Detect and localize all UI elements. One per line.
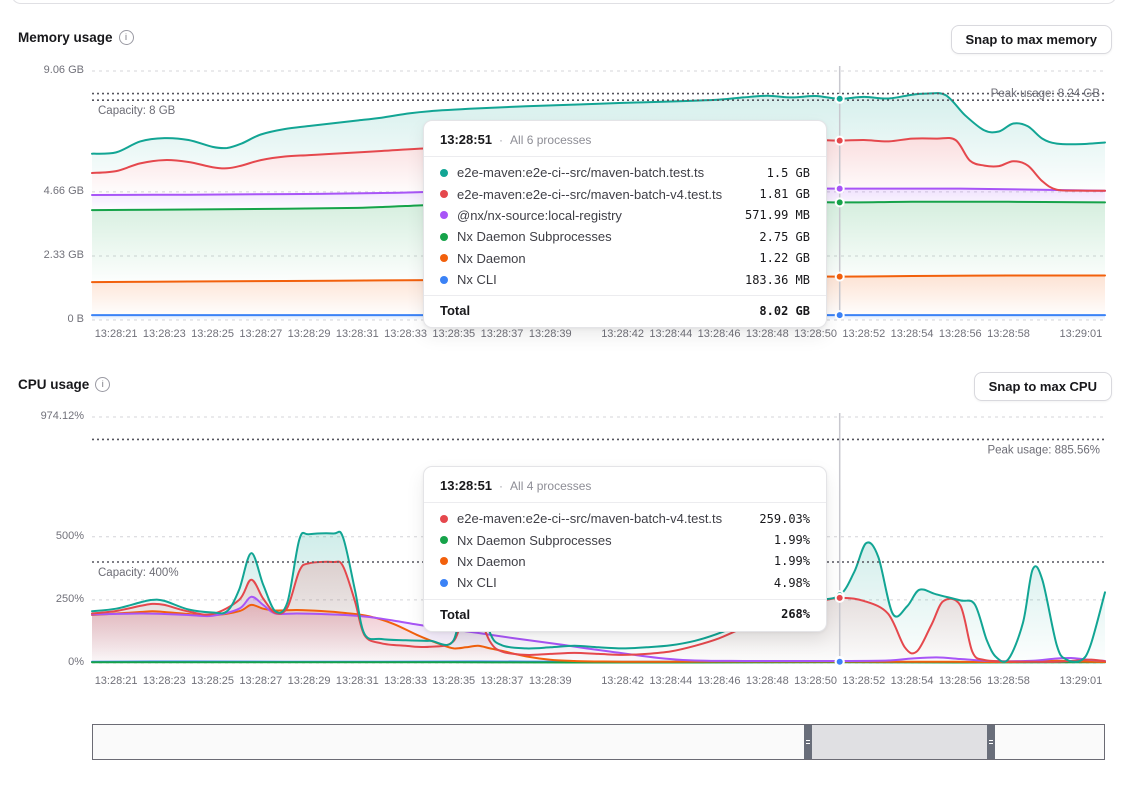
tooltip-total-value: 268%	[781, 607, 810, 621]
process-label: Nx CLI	[457, 272, 745, 287]
y-axis-label: 0%	[0, 656, 84, 668]
process-label: e2e-maven:e2e-ci--src/maven-batch-v4.tes…	[457, 511, 759, 526]
tooltip-rows: e2e-maven:e2e-ci--src/maven-batch.test.t…	[424, 157, 826, 295]
process-label: @nx/nx-source:local-registry	[457, 208, 745, 223]
tooltip-process-row: Nx CLI4.98%	[424, 572, 826, 593]
info-icon[interactable]: i	[95, 377, 110, 392]
process-value: 183.36 MB	[745, 273, 810, 287]
y-axis-label: 250%	[0, 593, 84, 605]
x-axis-label: 13:29:01	[1046, 328, 1116, 340]
tooltip-process-row: Nx Daemon Subprocesses2.75 GB	[424, 226, 826, 247]
process-color-dot	[440, 276, 448, 284]
x-axis-label: 13:28:58	[974, 328, 1044, 340]
tooltip-process-row: e2e-maven:e2e-ci--src/maven-batch.test.t…	[424, 162, 826, 183]
x-axis-label: 13:28:58	[974, 675, 1044, 687]
process-value: 571.99 MB	[745, 208, 810, 222]
tooltip-subtitle: All 4 processes	[510, 479, 591, 493]
process-color-dot	[440, 169, 448, 177]
process-label: Nx Daemon Subprocesses	[457, 229, 759, 244]
tooltip-process-row: Nx Daemon1.99%	[424, 551, 826, 572]
crosshair-dot-blue	[836, 658, 844, 666]
y-axis-label: 2.33 GB	[0, 249, 84, 261]
process-color-dot	[440, 254, 448, 262]
process-value: 1.99%	[774, 554, 810, 568]
process-value: 259.03%	[759, 512, 810, 526]
process-color-dot	[440, 515, 448, 523]
process-usage-page: Memory usage i Snap to max memory Capaci…	[0, 0, 1129, 787]
crosshair-dot-teal	[836, 95, 844, 103]
process-color-dot	[440, 233, 448, 241]
process-label: Nx Daemon	[457, 554, 774, 569]
crosshair-dot-red	[836, 594, 844, 602]
crosshair-dot-blue	[836, 311, 844, 319]
tooltip-time: 13:28:51	[440, 132, 492, 147]
tooltip-separator: ·	[499, 479, 503, 493]
tooltip-process-row: @nx/nx-source:local-registry571.99 MB	[424, 205, 826, 226]
tooltip-time: 13:28:51	[440, 478, 492, 493]
tooltip-rows: e2e-maven:e2e-ci--src/maven-batch-v4.tes…	[424, 503, 826, 599]
tooltip-process-row: Nx Daemon Subprocesses1.99%	[424, 529, 826, 550]
process-value: 2.75 GB	[759, 230, 810, 244]
process-label: e2e-maven:e2e-ci--src/maven-batch-v4.tes…	[457, 187, 759, 202]
process-value: 1.22 GB	[759, 251, 810, 265]
tooltip-total-label: Total	[440, 607, 470, 622]
y-axis-label: 500%	[0, 530, 84, 542]
snap-to-max-cpu-button[interactable]: Snap to max CPU	[974, 372, 1112, 401]
brush-left-handle[interactable]	[804, 725, 812, 759]
tooltip-total-value: 8.02 GB	[759, 304, 810, 318]
crosshair-dot-orange	[836, 273, 844, 281]
y-axis-label: 974.12%	[0, 410, 84, 422]
y-axis-label: 9.06 GB	[0, 64, 84, 76]
capacity-label: Capacity: 400%	[98, 567, 179, 579]
process-value: 1.5 GB	[767, 166, 810, 180]
process-label: Nx Daemon	[457, 251, 759, 266]
top-section-divider	[11, 0, 1117, 4]
process-label: Nx CLI	[457, 575, 774, 590]
process-color-dot	[440, 190, 448, 198]
info-icon[interactable]: i	[119, 30, 134, 45]
tooltip-separator: ·	[499, 133, 503, 147]
crosshair-dot-green	[836, 198, 844, 206]
tooltip-total-row: Total 268%	[424, 599, 826, 631]
process-value: 1.99%	[774, 533, 810, 547]
cpu-section-title: CPU usage i	[18, 377, 110, 392]
snap-to-max-memory-button[interactable]: Snap to max memory	[951, 25, 1113, 54]
tooltip-process-row: e2e-maven:e2e-ci--src/maven-batch-v4.tes…	[424, 508, 826, 529]
x-axis-label: 13:29:01	[1046, 675, 1116, 687]
timeline-brush-selection[interactable]	[812, 725, 987, 759]
memory-title-text: Memory usage	[18, 30, 113, 45]
cpu-title-text: CPU usage	[18, 377, 89, 392]
process-value: 1.81 GB	[759, 187, 810, 201]
tooltip-process-row: Nx CLI183.36 MB	[424, 269, 826, 290]
process-value: 4.98%	[774, 576, 810, 590]
x-axis-label: 13:28:39	[515, 675, 585, 687]
x-axis-label: 13:28:39	[515, 328, 585, 340]
tooltip-total-row: Total 8.02 GB	[424, 295, 826, 327]
tooltip-total-label: Total	[440, 303, 470, 318]
brush-right-handle[interactable]	[987, 725, 995, 759]
process-color-dot	[440, 579, 448, 587]
tooltip-header: 13:28:51 · All 6 processes	[424, 121, 826, 157]
process-color-dot	[440, 211, 448, 219]
cpu-tooltip: 13:28:51 · All 4 processes e2e-maven:e2e…	[423, 466, 827, 632]
peak-label: Peak usage: 885.56%	[987, 444, 1100, 456]
capacity-label: Capacity: 8 GB	[98, 105, 176, 117]
memory-tooltip: 13:28:51 · All 6 processes e2e-maven:e2e…	[423, 120, 827, 328]
process-color-dot	[440, 557, 448, 565]
tooltip-process-row: e2e-maven:e2e-ci--src/maven-batch-v4.tes…	[424, 183, 826, 204]
crosshair-dot-red	[836, 137, 844, 145]
memory-section-title: Memory usage i	[18, 30, 134, 45]
timeline-brush-track[interactable]	[92, 724, 1105, 760]
process-label: Nx Daemon Subprocesses	[457, 533, 774, 548]
tooltip-process-row: Nx Daemon1.22 GB	[424, 248, 826, 269]
crosshair-dot-purple	[836, 185, 844, 193]
peak-label: Peak usage: 8.24 GB	[991, 88, 1101, 100]
tooltip-subtitle: All 6 processes	[510, 133, 591, 147]
y-axis-label: 4.66 GB	[0, 185, 84, 197]
y-axis-label: 0 B	[0, 313, 84, 325]
tooltip-header: 13:28:51 · All 4 processes	[424, 467, 826, 503]
process-color-dot	[440, 536, 448, 544]
process-label: e2e-maven:e2e-ci--src/maven-batch.test.t…	[457, 165, 767, 180]
